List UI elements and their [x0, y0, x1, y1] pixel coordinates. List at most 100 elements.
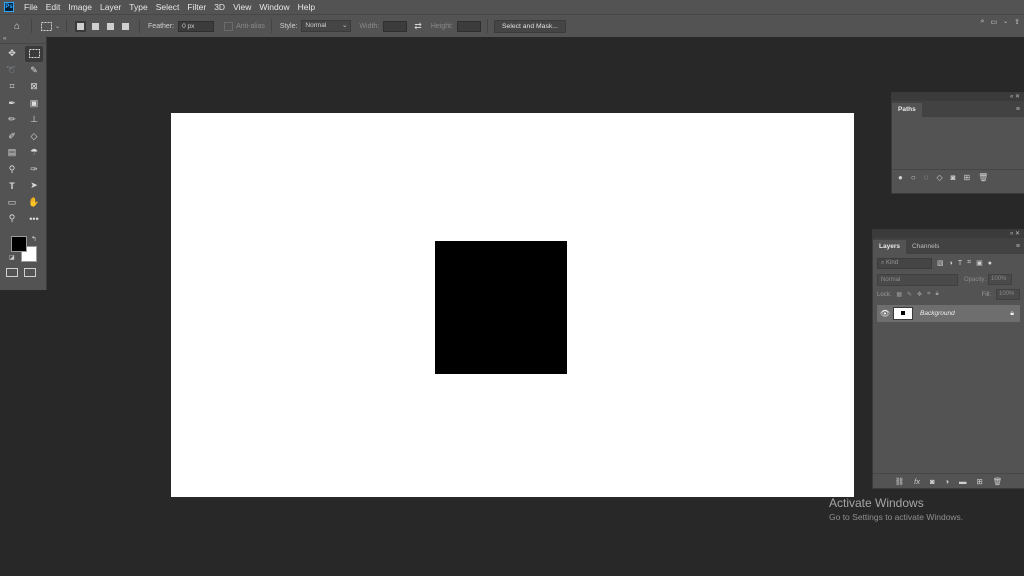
rectangular-marquee-preset-icon[interactable]	[38, 18, 54, 34]
menu-layer[interactable]: Layer	[96, 2, 125, 12]
eraser-tool-icon[interactable]: ◇	[25, 129, 43, 145]
menu-type[interactable]: Type	[125, 2, 151, 12]
close-panel-icon[interactable]: ✕	[1015, 94, 1020, 100]
rectangular-marquee-tool-icon[interactable]	[25, 46, 43, 62]
brush-tool-icon[interactable]: ✏	[3, 112, 21, 128]
gradient-tool-icon[interactable]: ▤	[3, 145, 21, 161]
home-icon[interactable]: ⌂	[9, 18, 25, 34]
layer-style-icon[interactable]: fx	[914, 477, 920, 486]
antialias-checkbox[interactable]	[224, 21, 234, 31]
new-selection-icon[interactable]	[75, 20, 87, 32]
quick-mask-icon[interactable]	[6, 267, 18, 277]
more-tools-icon[interactable]: •••	[25, 211, 43, 227]
tab-paths[interactable]: Paths	[892, 103, 922, 117]
link-layers-icon[interactable]: ⛓	[895, 477, 905, 486]
new-layer-icon[interactable]: ⊞	[977, 477, 983, 486]
pen-tool-icon[interactable]: ✑	[25, 162, 43, 178]
fill-input[interactable]: 100%	[996, 289, 1020, 300]
create-new-path-icon[interactable]: ⊞	[963, 173, 970, 182]
menu-help[interactable]: Help	[294, 2, 319, 12]
delete-path-icon[interactable]: 🗑	[978, 173, 988, 182]
foreground-color-swatch[interactable]	[11, 235, 27, 252]
layer-row-background[interactable]: 👁︎ Background 🔒︎	[877, 305, 1020, 322]
path-selection-tool-icon[interactable]: ➤	[25, 178, 43, 194]
menu-window[interactable]: Window	[255, 2, 293, 12]
menu-edit[interactable]: Edit	[42, 2, 65, 12]
eyedropper-tool-icon[interactable]: ✒	[3, 96, 21, 112]
swap-arrows-icon[interactable]: ⇄	[414, 21, 422, 32]
close-panel-icon[interactable]: ✕	[1015, 231, 1020, 237]
filter-shape-icon[interactable]: ⌗	[967, 259, 971, 267]
add-to-selection-icon[interactable]	[90, 21, 101, 32]
select-and-mask-button[interactable]: Select and Mask...	[494, 19, 566, 33]
opacity-input[interactable]: 100%	[988, 274, 1013, 285]
chevron-down-icon[interactable]: ⌄	[55, 23, 60, 30]
filter-adjustment-icon[interactable]: ◑	[949, 260, 953, 267]
lock-position-icon[interactable]: ✥	[917, 291, 922, 298]
spot-healing-tool-icon[interactable]: ▣	[25, 96, 43, 112]
width-input[interactable]	[383, 20, 408, 32]
history-brush-tool-icon[interactable]: ✐	[3, 129, 21, 145]
style-select[interactable]: Normal ⌄	[301, 20, 352, 32]
workspace-icon[interactable]: ▭	[990, 18, 997, 26]
activate-windows-watermark: Activate Windows Go to Settings to activ…	[829, 496, 963, 522]
share-icon[interactable]: ⇪	[1014, 18, 1020, 26]
document-canvas[interactable]	[171, 113, 854, 497]
clone-stamp-tool-icon[interactable]: ⊥	[25, 112, 43, 128]
filter-pixel-icon[interactable]: ▧	[937, 259, 944, 267]
menu-file[interactable]: File	[20, 2, 42, 12]
visibility-eye-icon[interactable]: 👁︎	[877, 309, 893, 318]
delete-layer-icon[interactable]: 🗑	[993, 477, 1003, 486]
menu-select[interactable]: Select	[152, 2, 184, 12]
zoom-tool-icon[interactable]: ⚲	[3, 211, 21, 227]
height-input[interactable]	[457, 20, 481, 32]
lock-all-icon[interactable]: 🔒︎	[935, 291, 938, 298]
subtract-from-selection-icon[interactable]	[105, 21, 116, 32]
make-work-path-icon[interactable]: ◇	[936, 173, 942, 182]
tab-layers[interactable]: Layers	[873, 240, 906, 254]
collapse-panel-icon[interactable]: «	[1010, 94, 1013, 100]
layer-lock-icon[interactable]: 🔒︎	[1010, 310, 1014, 318]
chevron-down-icon[interactable]: ⌄	[1003, 18, 1008, 26]
new-adjustment-layer-icon[interactable]: ◑	[945, 477, 950, 486]
filter-smart-object-icon[interactable]: ▣	[976, 259, 983, 267]
panel-menu-icon[interactable]: ≡	[1016, 240, 1020, 254]
fill-path-icon[interactable]: ●	[898, 173, 903, 182]
filter-kind-select[interactable]: ⌕ Kind	[877, 257, 932, 269]
default-colors-icon[interactable]: ◪	[9, 254, 15, 261]
add-layer-mask-icon[interactable]: ◙	[930, 477, 935, 486]
stroke-path-icon[interactable]: ○	[911, 173, 916, 182]
crop-tool-icon[interactable]: ⌗	[3, 79, 21, 95]
lasso-tool-icon[interactable]: ➰	[3, 63, 21, 79]
lock-image-icon[interactable]: ✎	[907, 291, 912, 298]
panel-menu-icon[interactable]: ≡	[1016, 103, 1020, 117]
menu-filter[interactable]: Filter	[183, 2, 210, 12]
collapse-panel-icon[interactable]: «	[1010, 231, 1013, 237]
filter-toggle-icon[interactable]: ●	[988, 260, 992, 267]
add-mask-icon[interactable]: ◙	[951, 173, 956, 182]
quick-selection-tool-icon[interactable]: ✎	[25, 63, 43, 79]
type-tool-icon[interactable]: T	[3, 178, 21, 194]
move-tool-icon[interactable]: ✥	[3, 46, 21, 62]
search-icon[interactable]: ⌕	[981, 18, 985, 26]
lock-transparent-icon[interactable]: ▦	[896, 291, 902, 298]
menu-image[interactable]: Image	[64, 2, 96, 12]
intersect-selection-icon[interactable]	[120, 21, 131, 32]
dodge-tool-icon[interactable]: ⚲	[3, 162, 21, 178]
tab-channels[interactable]: Channels	[906, 240, 945, 254]
collapse-toolbar-icon[interactable]: «	[0, 36, 46, 44]
swap-colors-icon[interactable]: ↰	[31, 235, 37, 243]
blend-mode-select[interactable]: Normal	[877, 273, 958, 286]
lock-artboard-icon[interactable]: ⌗	[927, 291, 930, 298]
blur-tool-icon[interactable]: ☂	[25, 145, 43, 161]
screen-mode-icon[interactable]	[24, 267, 36, 277]
load-path-as-selection-icon[interactable]: ◌	[924, 173, 929, 182]
menu-3d[interactable]: 3D	[210, 2, 229, 12]
feather-input[interactable]: 0 px	[178, 20, 215, 32]
menu-view[interactable]: View	[229, 2, 255, 12]
hand-tool-icon[interactable]: ✋	[25, 195, 43, 211]
rectangle-tool-icon[interactable]: ▭	[3, 195, 21, 211]
frame-tool-icon[interactable]: ⊠	[25, 79, 43, 95]
new-group-icon[interactable]: ▬	[959, 477, 967, 486]
filter-type-icon[interactable]: T	[958, 260, 962, 267]
